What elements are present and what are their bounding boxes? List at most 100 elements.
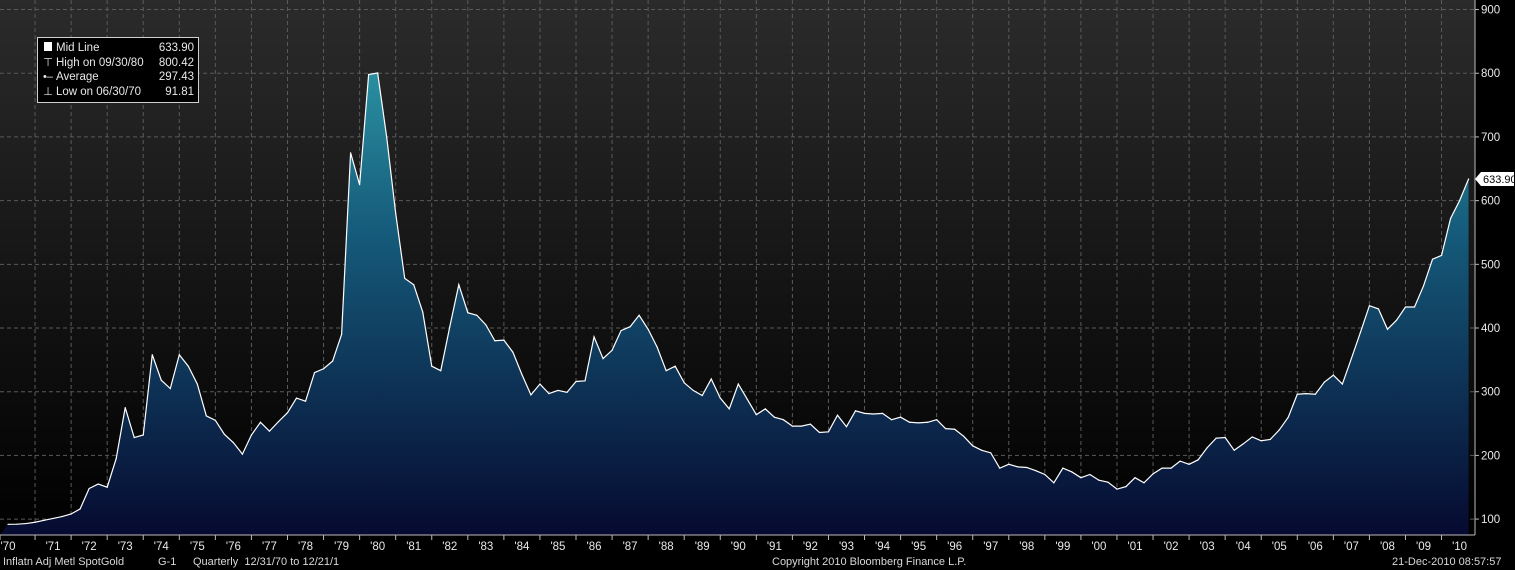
data-point [250, 434, 253, 436]
legend-label: Average [56, 71, 99, 83]
legend-value: 297.43 [158, 71, 194, 83]
x-tick-label: '98 [1019, 541, 1034, 553]
data-point [440, 370, 442, 372]
data-point [79, 508, 81, 510]
x-tick-label: '03 [1200, 541, 1215, 553]
data-point [70, 513, 72, 515]
data-point [945, 428, 947, 430]
data-point [1125, 486, 1127, 488]
data-point [755, 414, 757, 416]
legend-row-high: ⊤ High on 09/30/80 800.42 [43, 56, 194, 71]
x-tick-label: '73 [118, 541, 133, 553]
data-point [972, 445, 974, 447]
security-name: Inflatn Adj Metl SpotGold [3, 556, 125, 568]
y-tick-label: 300 [1481, 387, 1500, 399]
data-point [1206, 447, 1208, 449]
data-point [1422, 285, 1425, 287]
data-point [566, 391, 568, 393]
data-point [232, 442, 234, 444]
data-point [999, 467, 1001, 469]
data-point [106, 486, 108, 488]
data-point [954, 428, 956, 430]
data-point [1035, 470, 1037, 472]
legend-label: High on 09/30/80 [56, 56, 144, 69]
data-point [764, 408, 766, 410]
data-point [151, 354, 153, 356]
data-point [701, 394, 703, 397]
data-point [656, 346, 658, 348]
data-point [1287, 416, 1289, 418]
low-marker-icon: ⊥ [43, 85, 53, 98]
y-tick-label: 800 [1481, 68, 1500, 80]
x-tick-label: '90 [731, 541, 746, 553]
y-tick-label: 900 [1481, 5, 1500, 17]
data-point [575, 380, 577, 383]
y-tick-label: 100 [1481, 514, 1500, 526]
x-tick-label: '95 [911, 541, 926, 553]
data-point [890, 419, 893, 421]
data-point [963, 435, 965, 437]
data-point [359, 184, 361, 186]
data-point [1107, 481, 1109, 483]
data-point [1332, 374, 1334, 376]
data-point [683, 382, 685, 384]
data-point [1323, 381, 1325, 383]
data-point [818, 431, 821, 434]
data-point [16, 523, 18, 525]
y-tick-label: 600 [1481, 196, 1500, 208]
data-point [638, 314, 640, 316]
data-point [629, 326, 631, 328]
data-point [1359, 331, 1361, 334]
x-tick-label: '79 [334, 541, 349, 553]
data-point [1044, 473, 1046, 476]
data-point [728, 408, 730, 410]
x-tick-label: '81 [406, 541, 421, 553]
data-point [449, 326, 451, 328]
data-point [214, 419, 216, 421]
data-point [1233, 449, 1235, 451]
data-point [800, 425, 803, 427]
timestamp: 21-Dec-2010 08:57:57 [1392, 556, 1502, 568]
legend-row-low: ⊥ Low on 06/30/70 91.81 [43, 85, 194, 100]
data-point [1467, 178, 1470, 180]
data-point [97, 483, 99, 485]
data-point [990, 452, 992, 454]
data-point [611, 349, 613, 351]
data-point [692, 389, 694, 392]
data-point [521, 373, 523, 376]
data-point [548, 393, 550, 395]
data-point [674, 365, 676, 367]
data-point [115, 457, 117, 460]
swatch-icon [43, 41, 53, 56]
data-point [295, 397, 298, 399]
data-point [746, 398, 748, 400]
data-point [304, 400, 307, 402]
data-point [1341, 383, 1343, 385]
data-point [494, 340, 496, 342]
data-point [737, 383, 739, 385]
data-point [1161, 467, 1163, 469]
data-point [1242, 443, 1244, 445]
legend-value: 800.42 [158, 56, 194, 69]
x-tick-label: '99 [1055, 541, 1070, 553]
data-point [1215, 437, 1217, 439]
data-point [909, 421, 911, 423]
y-tick-label: 400 [1481, 323, 1500, 335]
data-point [1053, 482, 1055, 484]
x-tick-label: '04 [1236, 541, 1252, 553]
data-point [322, 368, 325, 370]
data-point [124, 407, 126, 409]
data-point [133, 436, 135, 439]
data-point [1386, 328, 1389, 330]
data-point [1350, 357, 1352, 360]
data-point [7, 523, 9, 525]
data-point [187, 365, 189, 367]
data-point [1062, 467, 1064, 469]
legend: Mid Line 633.90 ⊤ High on 09/30/80 800.4… [37, 37, 199, 103]
x-tick-label: '78 [298, 541, 313, 553]
data-point [259, 421, 262, 423]
gold-price-chart: 100 200 300 400 500 600 700 800 900 '70 '71 '72 '73… [0, 0, 1515, 553]
data-point [413, 284, 415, 286]
data-point [881, 412, 884, 414]
data-point [593, 336, 595, 338]
